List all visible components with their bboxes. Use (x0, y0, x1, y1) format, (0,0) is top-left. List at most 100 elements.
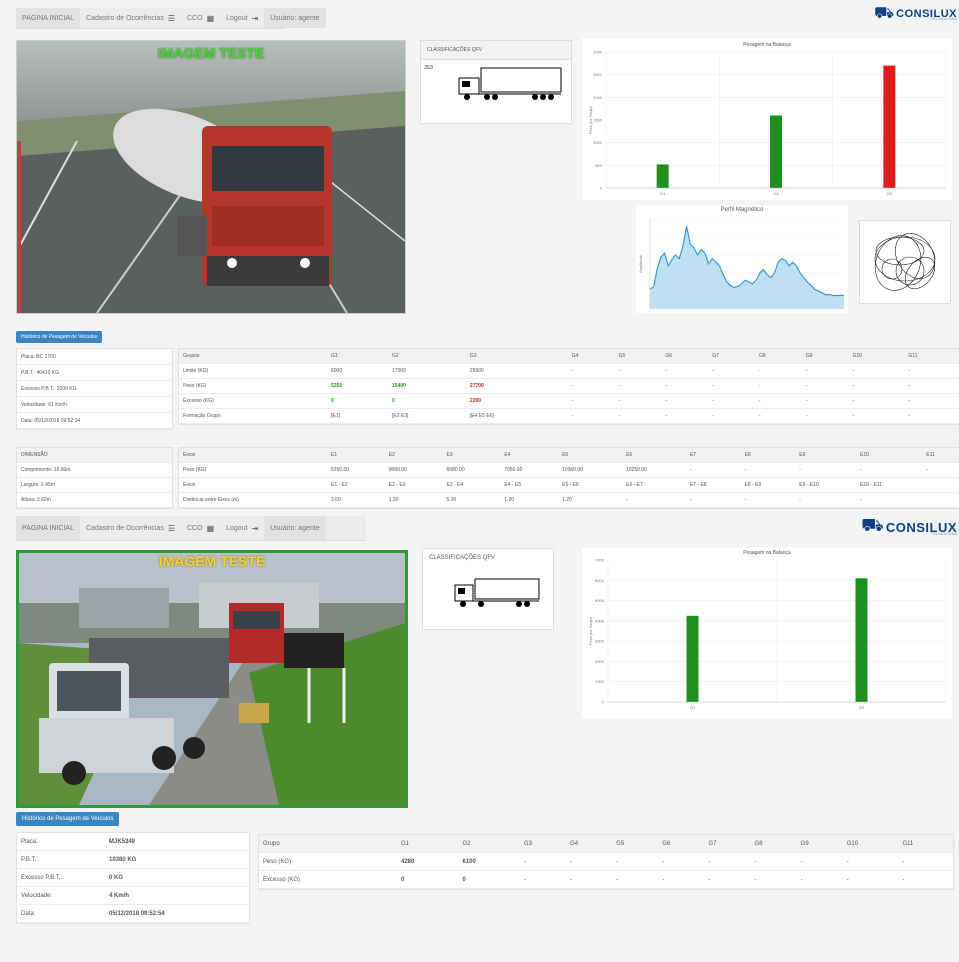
table-row: Peso (KG) 5250.00 9060.00 6080.00 7060.00 103… (179, 462, 959, 478)
y-tick-label: 0 (602, 700, 605, 705)
nav-cco[interactable]: CCO ▦ (181, 8, 220, 28)
table-cell: [E2 E3] (388, 408, 466, 424)
y-tick-label: 2000 (595, 659, 605, 664)
logo-tagline: TECNOLOGIA (930, 531, 957, 536)
table-cell: - (614, 363, 662, 379)
table-cell: - (661, 393, 709, 409)
column-header: G8 (750, 835, 797, 853)
table-cell: - (842, 870, 899, 889)
camera-title: IMAGEM TESTE (157, 45, 265, 61)
vehicle-info-row: Velocidade: 4 Km/h (17, 886, 249, 905)
nav-home[interactable]: PAGINA INICIAL (16, 8, 80, 28)
column-header: G6 (661, 349, 709, 364)
nav-occurrences[interactable]: Cadastro de Ocorrências ☰ (80, 8, 181, 28)
nav-user[interactable]: Usuário: agente (264, 516, 326, 540)
dashboard-panel-top: PAGINA INICIAL Cadastro de Ocorrências ☰ … (0, 0, 959, 512)
table-cell: - (848, 363, 905, 379)
column-header: E7 (685, 448, 741, 463)
history-button[interactable]: Histórico de Pesagem de Veículos (16, 331, 103, 343)
bar (883, 65, 896, 188)
table-cell (922, 492, 959, 508)
table-cell: - (708, 393, 755, 409)
column-header: G3 (520, 835, 567, 853)
bottom-navbar: PAGINA INICIAL Cadastro de Ocorrências ☰ … (16, 516, 366, 541)
column-header: G5 (612, 835, 659, 853)
nav-occurrences[interactable]: Cadastro de Ocorrências ☰ (80, 516, 181, 540)
row-label: Limite (KG) (179, 363, 327, 379)
classification-card: CLASSIFICAÇÕES QFV (422, 548, 554, 630)
table-cell: - (750, 870, 797, 889)
table-cell: [E1] (327, 408, 389, 424)
table-cell: - (685, 492, 741, 508)
logo-icon: ⛟ (874, 5, 895, 22)
nav-occurrences-label: Cadastro de Ocorrências (86, 524, 164, 532)
loop-scribble-icon (874, 233, 936, 291)
y-tick-label: 2000 (593, 95, 603, 100)
table-row: Peso (KG) 5250 15400 27700- - - - - - - - (179, 378, 959, 394)
table-row: Formação Grupo [E1] [E2 E3] [E4 E5 E6] - - - - -… (179, 408, 959, 424)
nav-logout[interactable]: Logout ⇥ (220, 516, 264, 540)
table-cell: - (904, 393, 959, 409)
table-cell: - (801, 408, 849, 424)
vehicle-info-cell: Placa: BC 1700 (17, 349, 172, 365)
table-cell: - (898, 870, 953, 889)
chart-title: Pesagem na Balança (743, 550, 791, 556)
vehicle-info-cell: Data: 05/12/2018 09:52:34 (17, 412, 172, 429)
nav-home-label: PAGINA INICIAL (22, 524, 74, 532)
y-tick-label: 4000 (595, 618, 605, 623)
y-tick-label: 500 (595, 163, 602, 168)
table-cell: - (658, 870, 705, 889)
vehicle-info-row: Data: 05/12/2018 09:52:34 (17, 412, 172, 429)
weighing-chart-svg: 0 500 1000 1500 2000 2500 3000 Peso por Grupo G1… (588, 50, 947, 196)
nav-cco[interactable]: CCO ▦ (181, 516, 220, 540)
row-label: Excesso (KG) (259, 870, 397, 889)
column-header: E2 (384, 448, 443, 463)
column-header: G1 (327, 349, 389, 364)
nav-logout[interactable]: Logout ⇥ (220, 8, 264, 28)
table-header-row: Grupo G1 G2 G3 G4 G5 G6 G7 G8 G9 G10 G11 (259, 835, 953, 853)
classification-label: CLASSIFICAÇÕES QFV (423, 549, 553, 567)
y-tick-label: 0 (600, 186, 603, 191)
table-cell: - (566, 870, 613, 889)
table-cell: - (566, 852, 613, 871)
dimension-cell: Largura: 2.45m (17, 477, 172, 493)
table-row: Eixos E1 - E2 E2 - E3 E3 - E4 E4 - E5 E5 - E6… (179, 477, 959, 493)
vehicle-info-cell: Excesso P.B.T.: 2200 KG (17, 380, 172, 397)
row-label: Peso (KG) (179, 378, 327, 394)
column-header: G9 (801, 349, 849, 364)
column-header: G3 (465, 349, 568, 364)
table-cell: 25500 (465, 363, 568, 379)
table-cell: 5.30 (442, 492, 501, 508)
row-label: Distância entre Eixos (m) (179, 492, 327, 508)
history-button[interactable]: Histórico de Pesagem de Veículos (16, 812, 120, 826)
logo-icon: ⛟ (861, 515, 884, 535)
table-cell: E4 - E5 (500, 477, 559, 493)
table-cell: - (796, 870, 843, 889)
column-header: E3 (442, 448, 501, 463)
column-header: Grupo (259, 835, 397, 853)
axles-table: Eixos E1 E2 E3 E4 E5 E6 E7 E8 E9 E10 E11 Peso (KG) 52… (178, 447, 959, 509)
column-header: E1 (327, 448, 385, 463)
table-cell: - (904, 378, 959, 394)
vehicle-info-row: Velocidade: 61 Km/h (17, 396, 172, 413)
y-axis-label: Amplitude (638, 254, 643, 273)
truck-silhouette-icon (454, 578, 540, 607)
table-cell: - (904, 363, 959, 379)
nav-user[interactable]: Usuário: agente (264, 8, 326, 28)
nav-cco-label: CCO (187, 524, 203, 532)
grid-icon: ▦ (206, 13, 215, 23)
table-cell: 17000 (388, 363, 466, 379)
nav-home[interactable]: PAGINA INICIAL (16, 516, 80, 540)
table-cell: E5 - E6 (558, 477, 622, 493)
weighing-chart: Pesagem na Balança 0 500 1000 1500 2000 2500 3… (582, 38, 952, 200)
column-header: Grupos (179, 349, 327, 364)
table-cell: 1.20 (500, 492, 559, 508)
table-cell: - (801, 393, 849, 409)
vehicle-info-value: 05/12/2018 09:52:54 (105, 904, 249, 923)
vehicle-info-value: 4 Km/h (105, 886, 249, 905)
table-cell: - (795, 492, 857, 508)
table-cell: - (795, 462, 857, 478)
table-row: Distância entre Eixos (m) 3.60 1.30 5.30 1.2… (179, 492, 959, 508)
table-cell: - (750, 852, 797, 871)
camera-image: IMAGEM TESTE (16, 40, 406, 314)
